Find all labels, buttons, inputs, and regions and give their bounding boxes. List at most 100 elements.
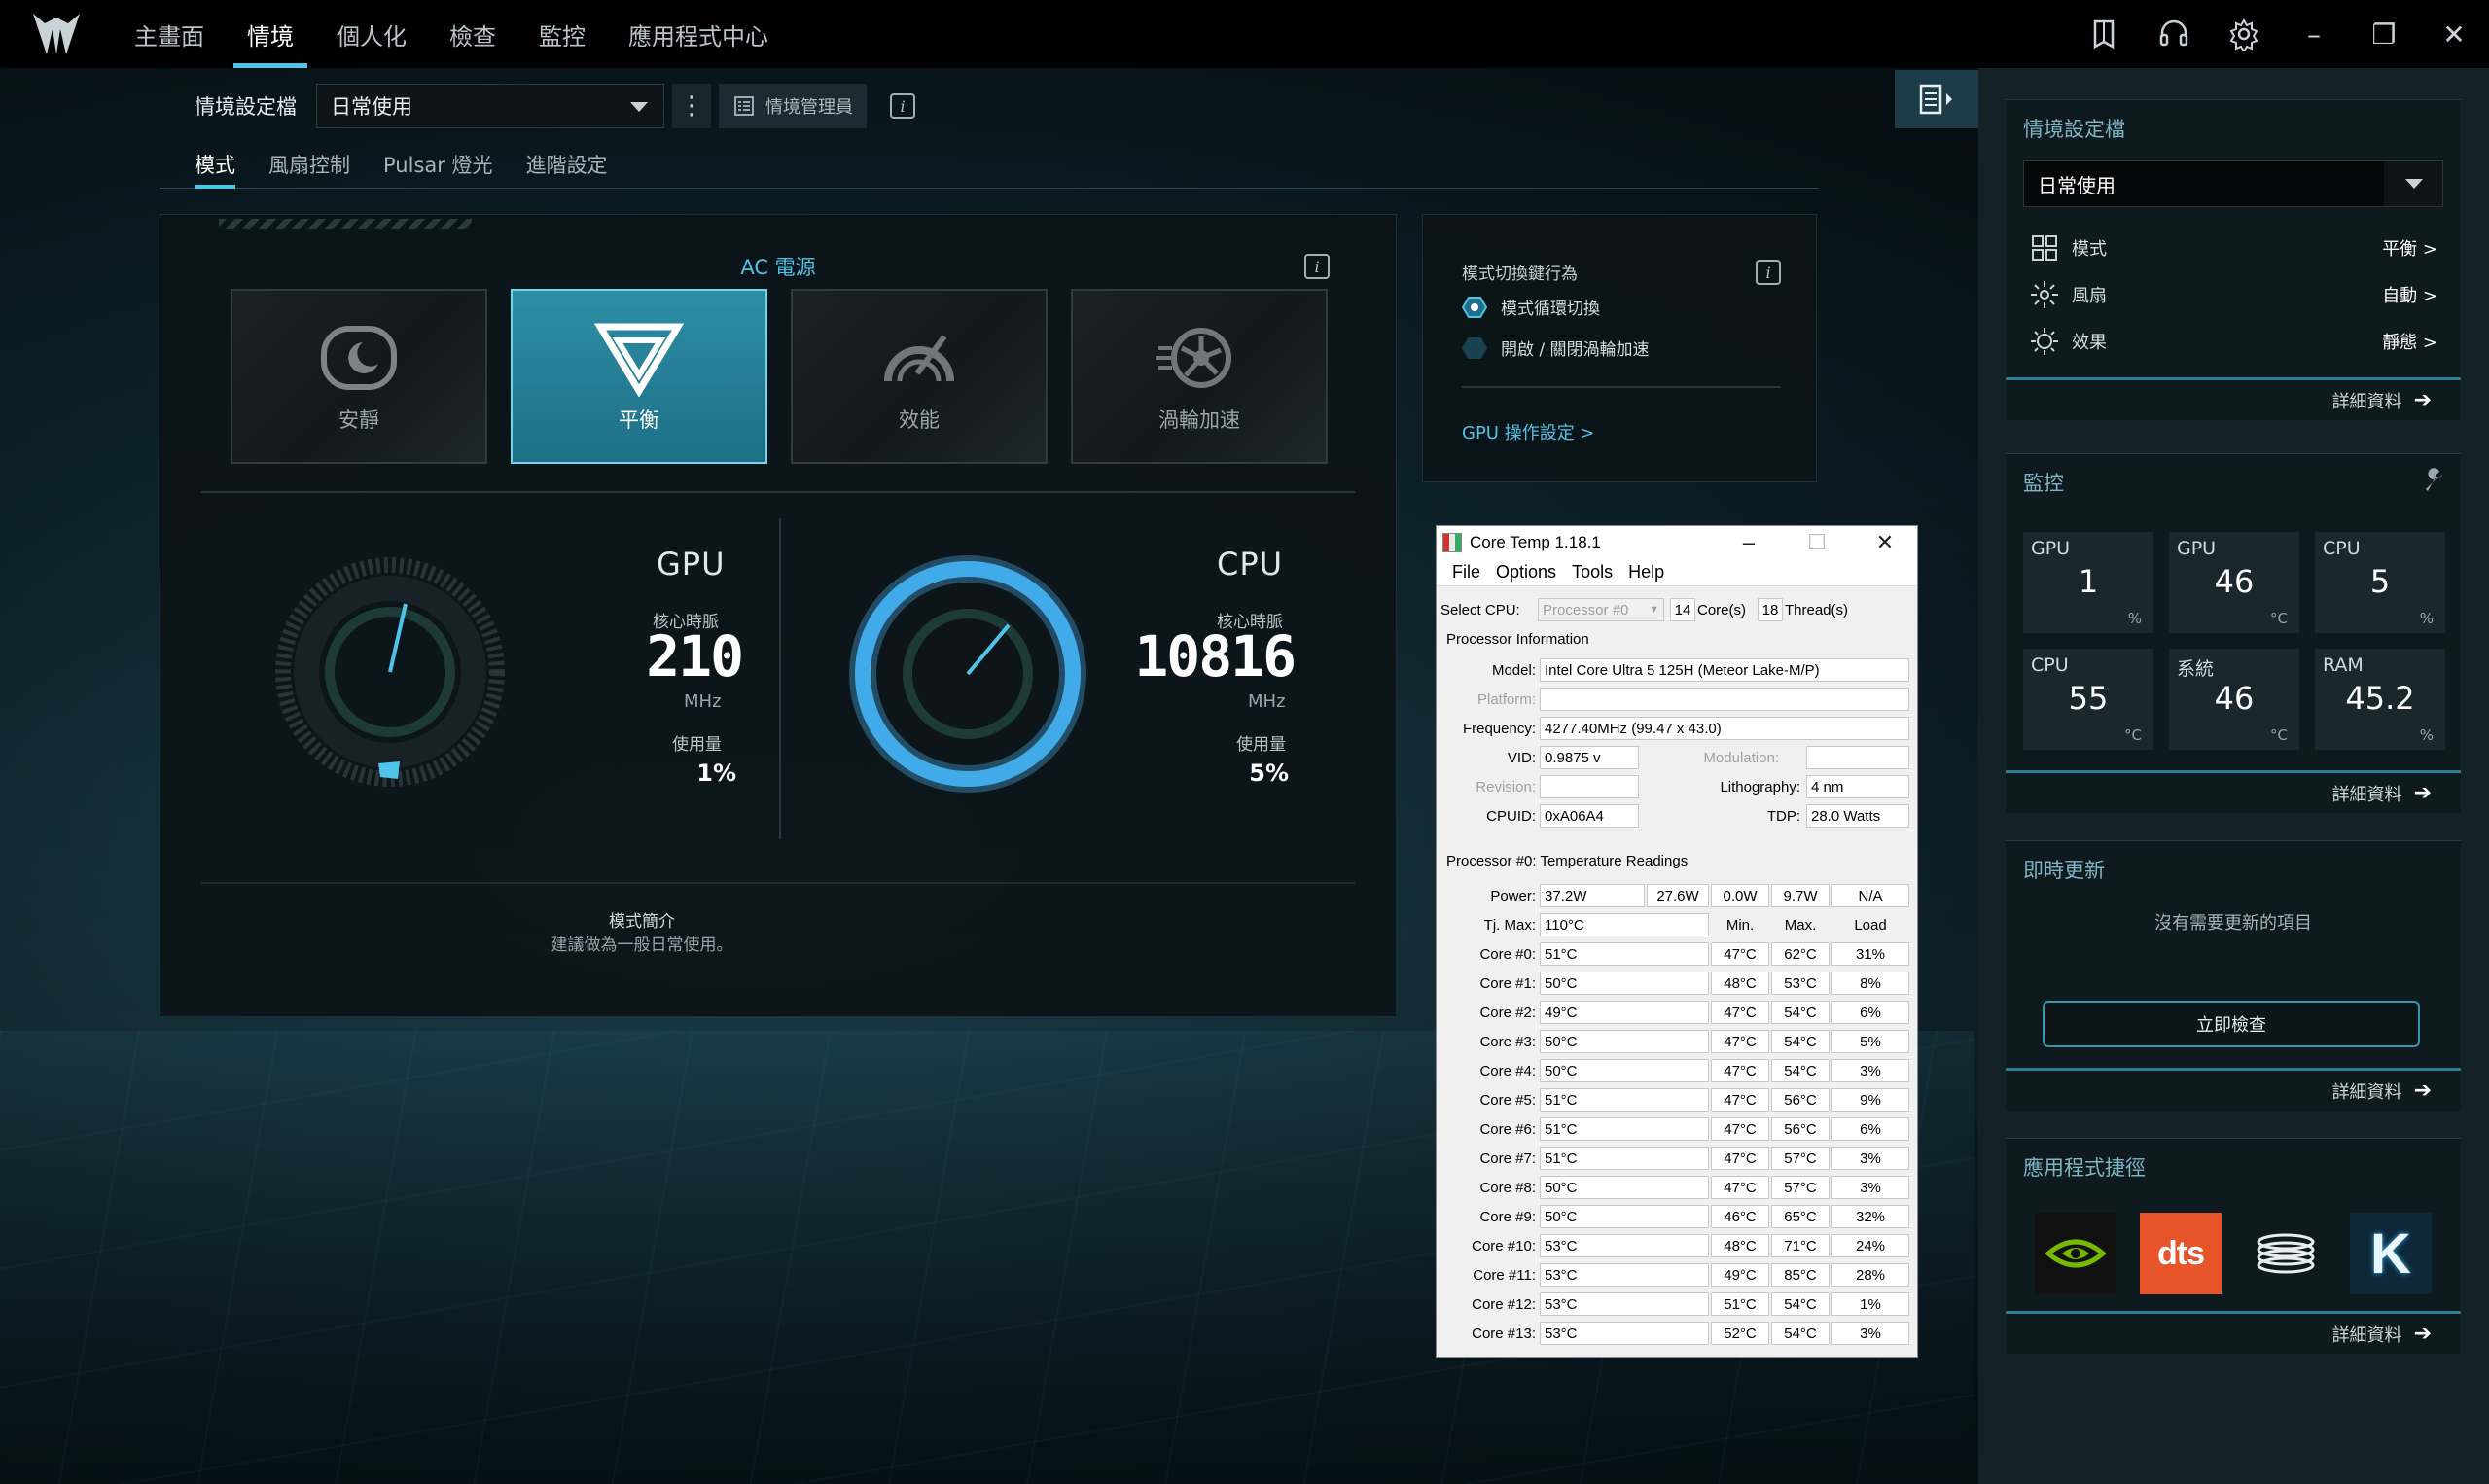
nav-tab-personalize[interactable]: 個人化 [337,0,407,68]
menu-file[interactable]: File [1452,562,1480,583]
core-load: 28% [1831,1263,1909,1287]
nav-tab-check[interactable]: 檢查 [449,0,496,68]
model-label: Model: [1491,662,1536,679]
dts-app-icon[interactable]: dts [2140,1213,2222,1294]
switch-option-cycle[interactable]: 模式循環切換 [1462,295,1600,319]
processor-select[interactable]: Processor #0 ▼ [1538,598,1664,621]
mode-label-quiet: 安靜 [338,408,379,432]
core-load: 3% [1831,1147,1909,1170]
info-icon[interactable]: i [890,93,915,119]
coretemp-minimize-button[interactable]: – [1715,526,1783,559]
nav-tab-home[interactable]: 主畫面 [134,0,204,68]
nav-tab-monitor[interactable]: 監控 [539,0,586,68]
core-load: 8% [1831,972,1909,995]
core-temp: 53°C [1540,1263,1709,1287]
gpu-settings-link[interactable]: GPU 操作設定 > [1462,419,1595,444]
book-icon[interactable] [2084,15,2123,53]
core-min: 47°C [1711,942,1769,966]
threads-count: 18 [1758,598,1783,621]
fan-icon [2031,281,2058,308]
core-name: Core #13: [1472,1325,1536,1342]
sidebar-monitor-card: 監控 GPU 1 % GPU 46 °C CPU 5 % CPU 55 °C 系… [2006,453,2461,813]
apps-details-link[interactable]: 詳細資料 ➔ [2006,1311,2461,1354]
k-app-icon[interactable]: K [2350,1213,2432,1294]
menu-help[interactable]: Help [1628,562,1664,583]
tile-name: GPU [2177,538,2217,559]
core-load: 6% [1831,1001,1909,1024]
coretemp-maximize-button[interactable]: ☐ [1783,526,1851,559]
tile-value: 46 [2214,563,2255,600]
menu-options[interactable]: Options [1496,562,1556,583]
temperature-readings-label: Processor #0: Temperature Readings [1446,853,1689,869]
arrow-right-icon: ➔ [2413,1078,2432,1103]
tile-value: 45.2 [2345,680,2415,717]
list-icon [734,96,754,116]
tjmax-value: 110°C [1540,913,1709,936]
profile-manager-button[interactable]: 情境管理員 [719,84,867,128]
core-name: Core #6: [1479,1121,1536,1138]
nav-tab-scenario[interactable]: 情境 [233,0,307,68]
top-right-controls: – ❐ ✕ [2069,0,2489,68]
restore-button[interactable]: ❐ [2366,17,2401,52]
settings-gear-icon[interactable] [2224,15,2263,53]
platform-label: Platform: [1476,691,1536,708]
chevron-down-icon [2384,161,2442,206]
monitor-details-link[interactable]: 詳細資料 ➔ [2006,770,2461,813]
check-now-button[interactable]: 立即檢查 [2043,1001,2420,1047]
sidebar-row-mode[interactable]: 模式 平衡 > [2029,229,2437,267]
vid-label: VID: [1507,750,1536,766]
sidebar-profile-select[interactable]: 日常使用 [2023,160,2443,207]
sidebar-toggle-button[interactable] [1895,70,1978,128]
subtab-mode[interactable]: 模式 [195,142,235,189]
nvidia-app-icon[interactable] [2035,1213,2116,1294]
coretemp-close-button[interactable]: ✕ [1851,526,1919,559]
profile-details-link[interactable]: 詳細資料 ➔ [2006,377,2461,420]
core-max: 53°C [1771,972,1830,995]
profile-select-value: 日常使用 [331,95,412,119]
subtab-fan-control[interactable]: 風扇控制 [268,142,350,188]
core-load: 5% [1831,1030,1909,1053]
chevron-down-icon: ▼ [1649,604,1659,616]
sidebar-row-fan[interactable]: 風扇 自動 > [2029,275,2437,314]
subtab-pulsar-light[interactable]: Pulsar 燈光 [383,142,493,188]
mode-label-turbo: 渦輪加速 [1158,408,1240,432]
core-name: Core #11: [1473,1267,1536,1284]
mode-description-text: 建議做為一般日常使用。 [551,936,733,955]
mode-label-performance: 效能 [899,408,940,432]
tile-name: CPU [2323,538,2361,559]
tdp-label: TDP: [1766,808,1800,825]
mode-card-turbo[interactable]: 渦輪加速 [1071,289,1328,464]
switch-option-turbo[interactable]: 開啟 / 關閉渦輪加速 [1462,336,1650,360]
headset-support-icon[interactable] [2154,15,2193,53]
tile-unit: % [2419,610,2434,627]
core-name: Core #4: [1479,1063,1536,1079]
switch-info-icon[interactable]: i [1756,260,1781,285]
coil-app-icon[interactable] [2245,1213,2327,1294]
wrench-icon[interactable] [2422,468,2447,493]
subtab-bar: 模式 風扇控制 Pulsar 燈光 進階設定 [160,142,1819,189]
core-name: Core #3: [1479,1034,1536,1050]
mode-info-icon[interactable]: i [1304,254,1330,279]
header-max: Max. [1784,917,1817,934]
nav-tab-app-center[interactable]: 應用程式中心 [628,0,768,68]
mode-card-quiet[interactable]: 安靜 [231,289,487,464]
sidebar-row-effect[interactable]: 效果 靜態 > [2029,322,2437,361]
frequency-value: 4277.40MHz (99.47 x 43.0) [1540,717,1909,740]
close-button[interactable]: ✕ [2436,17,2471,52]
vid-value: 0.9875 v [1540,746,1639,769]
mode-card-balanced[interactable]: 平衡 [511,289,767,464]
sidebar-apps-card: 應用程式捷徑 dts K 詳細資料 ➔ [2006,1138,2461,1354]
radio-selected-icon [1462,296,1487,318]
monitor-tile-gpu-temp: GPU 46 °C [2169,532,2299,633]
mode-card-performance[interactable]: 效能 [791,289,1048,464]
minimize-button[interactable]: – [2296,17,2331,52]
cpu-title: CPU [1217,546,1284,583]
mode-description-title: 模式簡介 [609,912,675,932]
menu-tools[interactable]: Tools [1572,562,1613,583]
profile-select[interactable]: 日常使用 [316,84,664,128]
tile-name: 系統 [2177,658,2215,680]
update-details-link[interactable]: 詳細資料 ➔ [2006,1068,2461,1111]
more-options-button[interactable]: ⋮ [672,84,711,128]
subtab-advanced[interactable]: 進階設定 [526,142,608,188]
tile-unit: °C [2270,726,2288,744]
